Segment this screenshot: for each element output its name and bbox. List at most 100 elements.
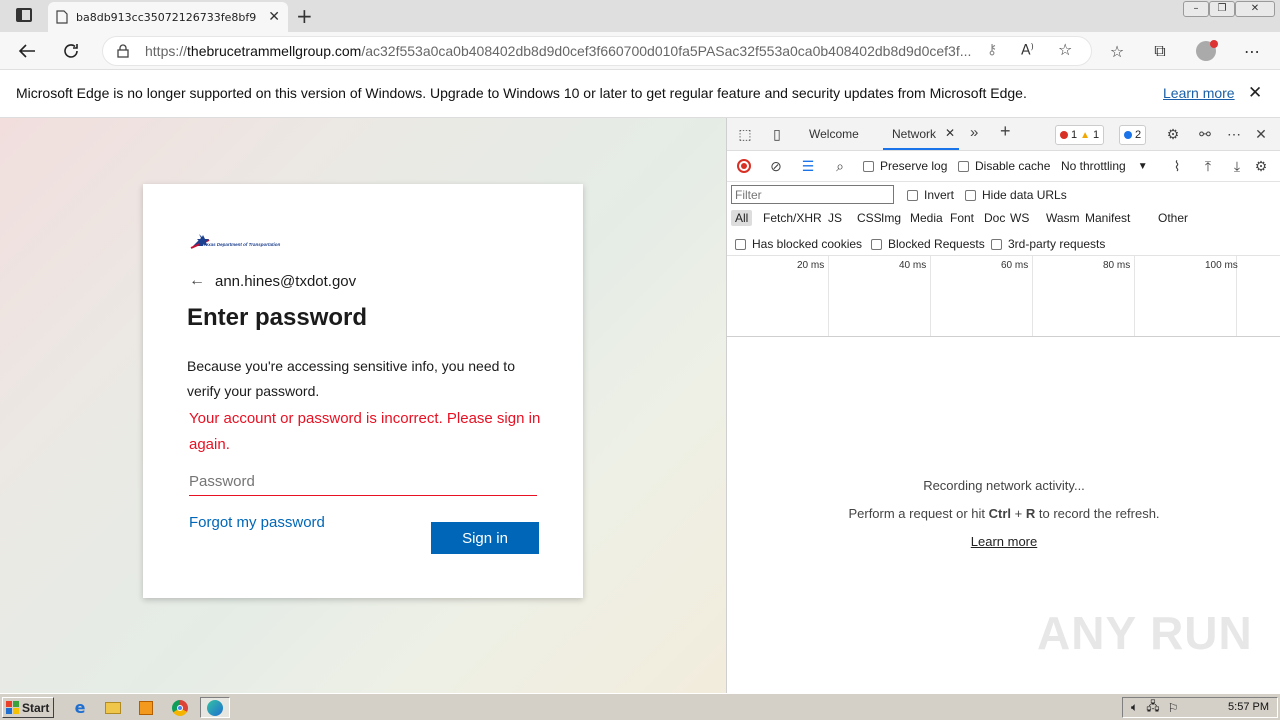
url-text[interactable]: https://thebrucetrammellgroup.com/ac32f5… bbox=[145, 43, 975, 59]
filter-icon[interactable]: ☰ bbox=[798, 156, 818, 176]
tab-network[interactable]: Network bbox=[892, 127, 936, 141]
web-page: Texas Department of Transportation ← ann… bbox=[0, 118, 726, 693]
media-player-icon[interactable] bbox=[134, 697, 158, 718]
tab-welcome[interactable]: Welcome bbox=[809, 127, 859, 141]
back-arrow-icon[interactable]: ← bbox=[189, 272, 205, 290]
identity-row[interactable]: ← ann.hines@txdot.gov bbox=[189, 272, 356, 290]
network-icon[interactable]: 🖧 bbox=[1146, 697, 1159, 718]
anyrun-watermark: ANY RUN bbox=[1037, 607, 1253, 659]
invert-checkbox[interactable]: Invert bbox=[907, 188, 954, 202]
ie-icon[interactable]: e bbox=[68, 697, 92, 718]
add-tab-icon[interactable]: + bbox=[1000, 121, 1011, 142]
read-aloud-icon[interactable]: A) bbox=[1021, 42, 1034, 59]
type-filter-all[interactable]: All bbox=[731, 210, 753, 226]
start-label: Start bbox=[22, 700, 50, 715]
timeline-gridline bbox=[930, 256, 931, 336]
hide-data-urls-checkbox[interactable]: Hide data URLs bbox=[965, 188, 1067, 202]
network-settings-icon[interactable]: ⚙ bbox=[1251, 156, 1271, 176]
password-input[interactable] bbox=[189, 467, 537, 496]
sign-in-button[interactable]: Sign in bbox=[431, 522, 539, 554]
blocked-filters-row: Has blocked cookies Blocked Requests 3rd… bbox=[727, 232, 1280, 256]
explorer-icon[interactable] bbox=[101, 697, 125, 718]
devtools-learn-more-link[interactable]: Learn more bbox=[727, 534, 1280, 549]
close-info-icon[interactable]: ✕ bbox=[1248, 83, 1262, 103]
issues-badge[interactable]: 1 ▲ 1 bbox=[1055, 125, 1105, 145]
type-filter-img[interactable]: Img bbox=[877, 210, 905, 226]
chrome-icon[interactable] bbox=[168, 697, 192, 718]
collections-icon[interactable]: ⧉ bbox=[1147, 38, 1173, 64]
edge-icon[interactable] bbox=[200, 697, 230, 718]
throttling-value: No throttling bbox=[1061, 159, 1126, 173]
forgot-password-link[interactable]: Forgot my password bbox=[189, 514, 325, 531]
blocked-cookies-checkbox[interactable]: Has blocked cookies bbox=[735, 237, 862, 251]
info-learn-more-link[interactable]: Learn more bbox=[1163, 85, 1235, 101]
record-icon[interactable] bbox=[734, 156, 754, 176]
disable-cache-checkbox[interactable]: Disable cache bbox=[958, 159, 1050, 173]
restore-button[interactable]: ❐ bbox=[1209, 1, 1235, 17]
inspect-icon[interactable]: ⬚ bbox=[735, 124, 755, 144]
type-filter-manifest[interactable]: Manifest bbox=[1081, 210, 1134, 226]
back-icon[interactable] bbox=[14, 38, 40, 64]
refresh-icon[interactable] bbox=[58, 38, 84, 64]
close-window-button[interactable]: ✕ bbox=[1235, 1, 1275, 17]
profile-avatar[interactable] bbox=[1193, 38, 1219, 64]
clock: 5:57 PM bbox=[1228, 701, 1269, 713]
address-bar[interactable]: https://thebrucetrammellgroup.com/ac32f5… bbox=[102, 36, 1092, 66]
type-filter-font[interactable]: Font bbox=[946, 210, 978, 226]
info-badge[interactable]: 2 bbox=[1119, 125, 1147, 145]
page-icon bbox=[56, 10, 68, 24]
warning-count: 1 bbox=[1093, 129, 1100, 141]
new-tab-icon[interactable]: + bbox=[296, 4, 313, 28]
device-toolbar-icon[interactable]: ▯ bbox=[767, 124, 787, 144]
network-conditions-icon[interactable]: ⌇ bbox=[1167, 156, 1187, 176]
type-filter-fetch-xhr[interactable]: Fetch/XHR bbox=[759, 210, 826, 226]
tab-actions-icon[interactable] bbox=[16, 8, 32, 22]
flag-icon[interactable]: ⚐ bbox=[1168, 701, 1179, 715]
timeline-gridline bbox=[1032, 256, 1033, 336]
type-filter-wasm[interactable]: Wasm bbox=[1042, 210, 1084, 226]
type-filter-js[interactable]: JS bbox=[824, 210, 846, 226]
settings-icon[interactable]: ⚙ bbox=[1163, 124, 1183, 144]
identity-email: ann.hines@txdot.gov bbox=[215, 272, 357, 290]
type-filter-other[interactable]: Other bbox=[1154, 210, 1192, 226]
network-timeline[interactable]: 20 ms 40 ms 60 ms 80 ms 100 ms bbox=[727, 256, 1280, 337]
url-path: /ac32f553a0ca0b408402db8d9d0cef3f660700d… bbox=[361, 43, 972, 59]
hint-prefix: Perform a request or hit bbox=[848, 506, 989, 521]
minimize-button[interactable]: – bbox=[1183, 1, 1209, 17]
type-filter-media[interactable]: Media bbox=[906, 210, 947, 226]
filter-input[interactable] bbox=[731, 185, 894, 204]
volume-icon[interactable]: 🔈︎ bbox=[1131, 700, 1138, 715]
clear-icon[interactable]: ⊘ bbox=[766, 156, 786, 176]
info-message: Microsoft Edge is no longer supported on… bbox=[16, 85, 1027, 101]
throttling-select[interactable]: No throttling ▼ bbox=[1061, 159, 1148, 173]
close-devtools-icon[interactable]: ✕ bbox=[1251, 124, 1271, 144]
more-tabs-icon[interactable]: » bbox=[970, 124, 978, 141]
close-network-tab-icon[interactable]: ✕ bbox=[945, 126, 955, 140]
import-har-icon[interactable]: ⤒ bbox=[1198, 156, 1218, 176]
search-icon[interactable]: ⌕ bbox=[830, 156, 850, 176]
export-har-icon[interactable]: ⤓ bbox=[1227, 156, 1247, 176]
preserve-log-checkbox[interactable]: Preserve log bbox=[863, 159, 947, 173]
hide-data-urls-label: Hide data URLs bbox=[982, 188, 1067, 202]
devtools-more-icon[interactable]: ⋯ bbox=[1224, 124, 1244, 144]
blocked-requests-checkbox[interactable]: Blocked Requests bbox=[871, 237, 985, 251]
browser-tab[interactable]: ba8db913cc35072126733fe8bf9dc ✕ bbox=[48, 2, 288, 32]
type-filter-ws[interactable]: WS bbox=[1006, 210, 1033, 226]
add-favorite-icon[interactable]: ☆ bbox=[1058, 40, 1072, 59]
signin-card: Texas Department of Transportation ← ann… bbox=[143, 184, 583, 598]
lock-icon[interactable] bbox=[117, 44, 129, 58]
devtools-tabbar: ⬚ ▯ Welcome Network ✕ » + 1 ▲ 1 2 ⚙ ⚯ ⋯ ✕ bbox=[727, 118, 1280, 151]
more-menu-icon[interactable]: ⋯ bbox=[1239, 38, 1265, 64]
timeline-tick-label: 60 ms bbox=[1001, 260, 1029, 271]
dropdown-arrow-icon: ▼ bbox=[1137, 160, 1148, 172]
close-tab-icon[interactable]: ✕ bbox=[268, 9, 280, 25]
unsupported-info-bar: Microsoft Edge is no longer supported on… bbox=[0, 70, 1280, 118]
start-button[interactable]: Start bbox=[2, 697, 54, 718]
third-party-checkbox[interactable]: 3rd-party requests bbox=[991, 237, 1105, 251]
favorites-icon[interactable]: ☆ bbox=[1104, 38, 1130, 64]
type-filter-doc[interactable]: Doc bbox=[980, 210, 1009, 226]
customize-icon[interactable]: ⚯ bbox=[1195, 124, 1215, 144]
tab-strip: ba8db913cc35072126733fe8bf9dc ✕ + – ❐ ✕ bbox=[0, 0, 1280, 32]
key-icon[interactable]: ⚷ bbox=[987, 42, 997, 58]
hint-key-ctrl: Ctrl bbox=[988, 506, 1012, 521]
